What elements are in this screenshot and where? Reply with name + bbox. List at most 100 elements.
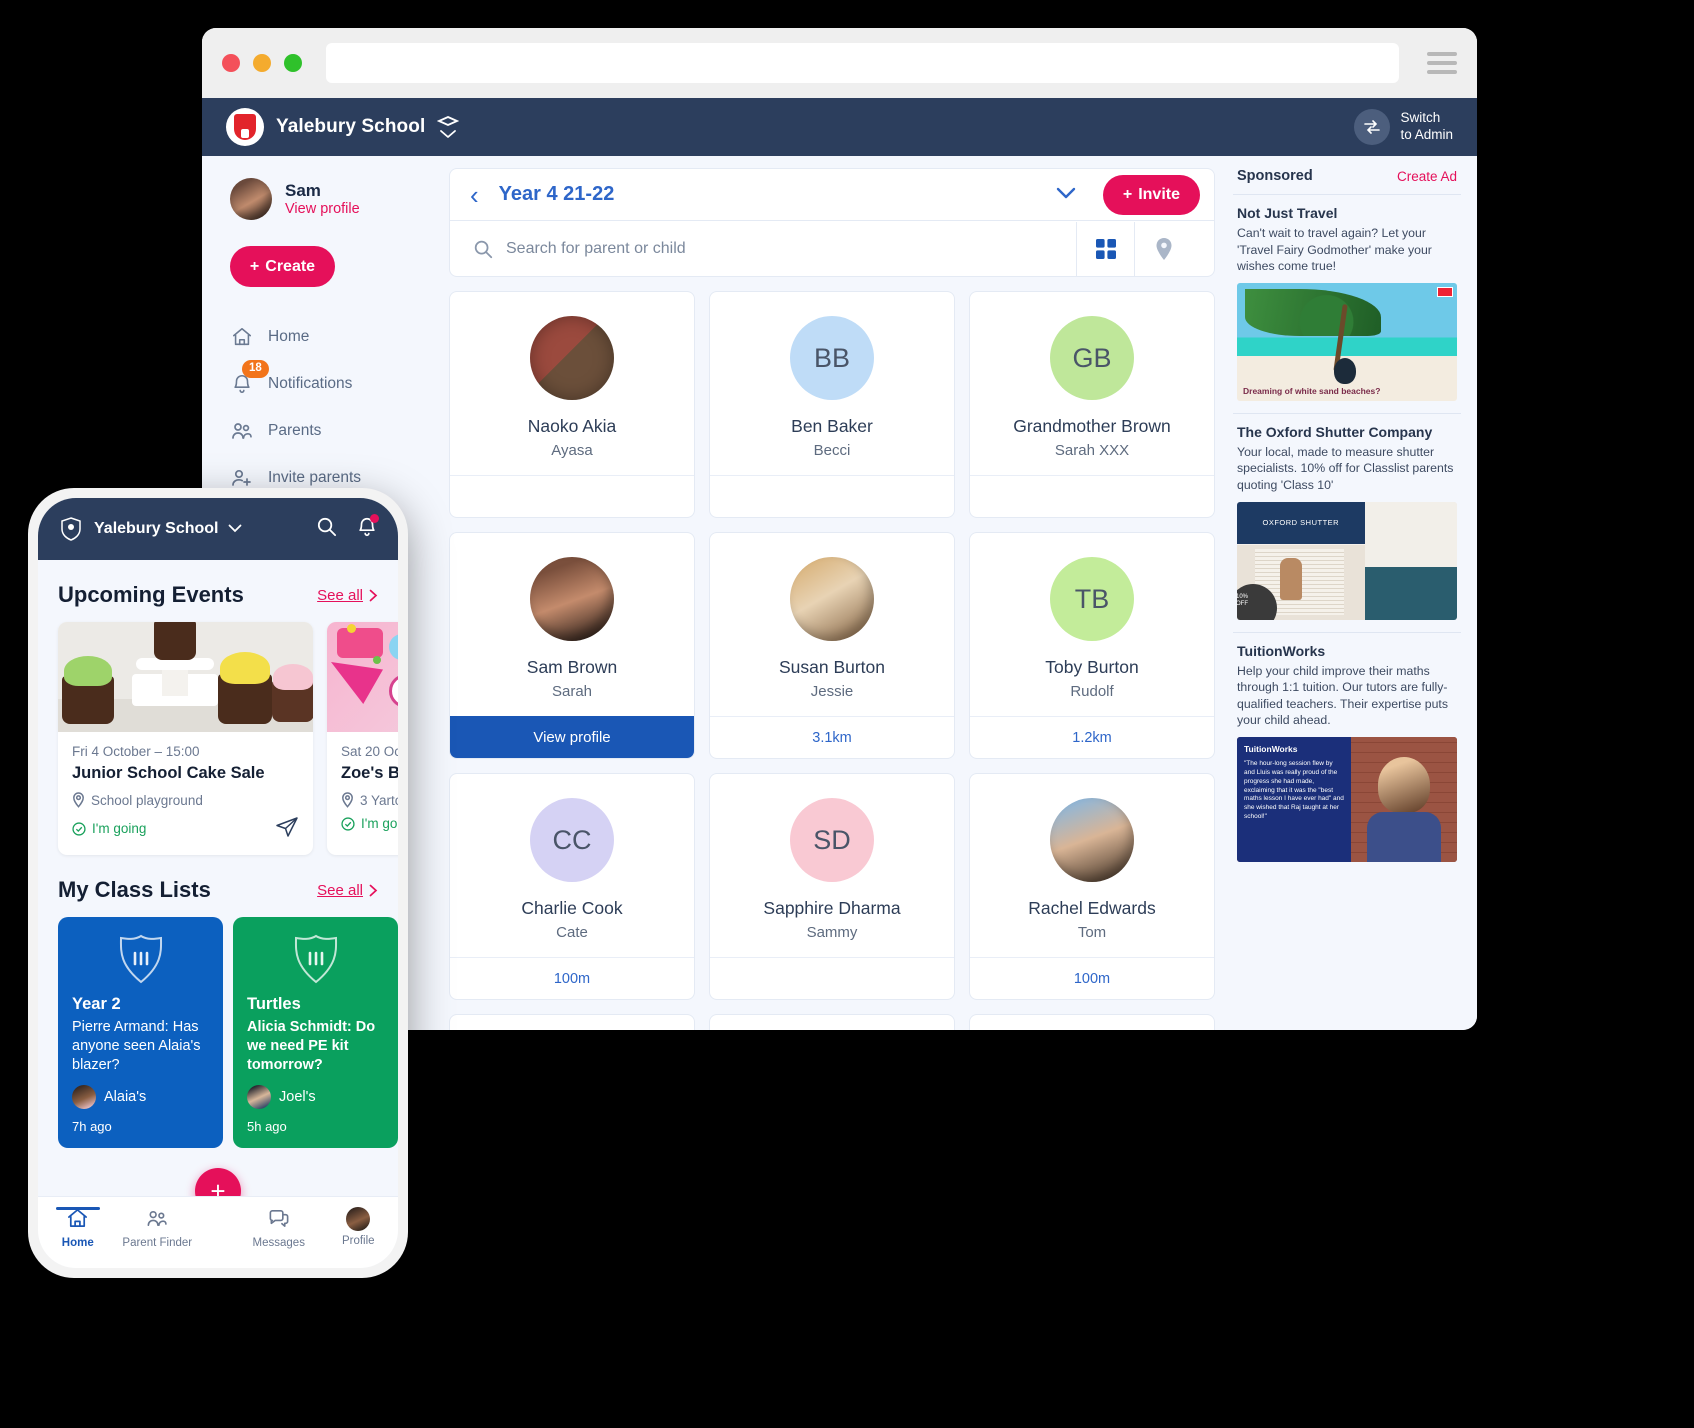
person-card[interactable]: CC Charlie Cook Cate 100m xyxy=(449,773,695,1000)
classlist-name: Year 2 xyxy=(72,995,121,1013)
person-card[interactable]: Rachel Edwards Tom 100m xyxy=(969,773,1215,1000)
avatar xyxy=(247,1084,271,1109)
person-card[interactable]: Georgia Fletcher Lucy, William xyxy=(449,1014,695,1030)
person-card[interactable]: JJ Jay James Jemima xyxy=(969,1014,1215,1030)
person-card[interactable]: Naoko Akia Ayasa xyxy=(449,291,695,518)
classlists-carousel[interactable]: Year 2 Pierre Armand: Has anyone seen Al… xyxy=(38,917,398,1148)
distance-label: 3.1km xyxy=(710,716,954,758)
school-switcher-chevron-icon[interactable] xyxy=(437,114,460,140)
section-title: Upcoming Events xyxy=(58,582,244,607)
classlist-card[interactable]: Turtles Alicia Schmidt: Do we need PE ki… xyxy=(233,917,398,1148)
child-name: Tom xyxy=(1077,924,1107,941)
event-date: Fri 4 October – 15:00 xyxy=(72,744,200,759)
classlist-message: Pierre Armand: Has anyone seen Alaia's b… xyxy=(72,1019,201,1073)
tab-label: Home xyxy=(61,1237,94,1249)
event-card[interactable]: Fri 4 October – 15:00 Junior School Cake… xyxy=(58,622,313,855)
person-card[interactable]: GB Grandmother Brown Sarah XXX xyxy=(969,291,1215,518)
switch-to-admin-button[interactable]: Switch to Admin xyxy=(1354,109,1453,145)
avatar xyxy=(230,178,272,220)
sidebar-item-notifications[interactable]: 18 Notifications xyxy=(230,360,449,407)
person-name: Toby Burton xyxy=(1045,657,1139,677)
avatar-initials: TB xyxy=(1050,557,1134,641)
school-name: Yalebury School xyxy=(276,116,426,137)
people-grid: Naoko Akia Ayasa BB Ben Baker Becci GB G… xyxy=(449,277,1225,1030)
event-rsvp[interactable]: I'm going xyxy=(72,816,299,841)
search-icon[interactable] xyxy=(315,515,338,543)
parent-finder-icon xyxy=(145,1207,169,1233)
event-rsvp[interactable]: I'm going xyxy=(341,816,398,831)
active-tab-indicator xyxy=(55,1207,100,1210)
person-card[interactable]: BB Ben Baker Becci xyxy=(709,291,955,518)
search-input[interactable]: Search for parent or child xyxy=(506,240,1076,258)
distance-label: 100m xyxy=(970,957,1214,999)
tab-profile[interactable]: Profile xyxy=(319,1207,399,1247)
sidebar-item-parents[interactable]: Parents xyxy=(230,407,449,454)
sidebar-item-home[interactable]: Home xyxy=(230,313,449,360)
map-pin-icon[interactable] xyxy=(1134,221,1192,276)
see-all-label: See all xyxy=(317,881,363,899)
child-name: Ayasa xyxy=(551,442,593,459)
see-all-classlists-link[interactable]: See all xyxy=(317,882,378,899)
view-toggle xyxy=(1076,221,1192,276)
ad-item[interactable]: Not Just Travel Can't wait to travel aga… xyxy=(1233,194,1461,413)
event-rsvp-label: I'm going xyxy=(92,821,147,836)
maximize-window-button[interactable] xyxy=(284,54,302,72)
event-card[interactable]: Sat 20 Oct Zoe's Birth 3 Yarton C I'm go… xyxy=(327,622,398,855)
invite-button[interactable]: + Invite xyxy=(1102,174,1200,215)
event-date: Sat 20 Oct xyxy=(341,744,398,759)
phone-tab-bar: Home Parent Finder Messages Profile xyxy=(38,1196,398,1268)
home-icon xyxy=(66,1207,89,1233)
create-button[interactable]: + Create xyxy=(230,246,335,287)
chevron-down-icon[interactable] xyxy=(228,520,242,538)
events-carousel[interactable]: Fri 4 October – 15:00 Junior School Cake… xyxy=(38,622,398,855)
url-bar[interactable] xyxy=(326,43,1399,83)
chevron-down-icon[interactable] xyxy=(1055,184,1077,206)
avatar xyxy=(530,557,614,641)
create-ad-link[interactable]: Create Ad xyxy=(1397,169,1457,184)
event-title: Zoe's Birth xyxy=(341,764,398,782)
hamburger-menu-icon[interactable] xyxy=(1427,52,1457,74)
view-profile-link[interactable]: View profile xyxy=(285,201,360,217)
person-card[interactable]: SD Sapphire Dharma Sammy xyxy=(709,773,955,1000)
phone-school-brand[interactable]: Yalebury School xyxy=(58,516,242,542)
phone-screen: Yalebury School Upcoming Events See all xyxy=(38,498,398,1268)
distance-label: 100m xyxy=(450,957,694,999)
tab-parent-finder[interactable]: Parent Finder xyxy=(118,1207,198,1249)
classlist-card[interactable]: Year 2 Pierre Armand: Has anyone seen Al… xyxy=(58,917,223,1148)
close-window-button[interactable] xyxy=(222,54,240,72)
child-name: Cate xyxy=(556,924,588,941)
grid-view-icon[interactable] xyxy=(1076,221,1134,276)
school-brand[interactable]: Yalebury School xyxy=(226,108,460,146)
avatar xyxy=(1050,798,1134,882)
school-crest-icon xyxy=(226,108,264,146)
person-card[interactable]: Susan Burton Jessie 3.1km xyxy=(709,532,955,759)
tab-messages[interactable]: Messages xyxy=(239,1207,319,1249)
minimize-window-button[interactable] xyxy=(253,54,271,72)
list-header: ‹ Year 4 21-22 + Invite xyxy=(450,169,1214,221)
person-card[interactable]: TB Toby Burton Rudolf 1.2km xyxy=(969,532,1215,759)
person-card[interactable]: Sam Brown Sarah View profile xyxy=(449,532,695,759)
tab-home[interactable]: Home xyxy=(38,1207,118,1249)
switch-line-1: Switch xyxy=(1400,110,1441,126)
bell-icon[interactable] xyxy=(356,513,379,543)
person-name: Susan Burton xyxy=(778,657,886,677)
event-location: School playground xyxy=(72,792,299,808)
sidebar-user[interactable]: Sam View profile xyxy=(230,178,449,220)
ad-image-caption: Dreaming of white sand beaches? xyxy=(1243,386,1381,397)
ad-item[interactable]: TuitionWorks Help your child improve the… xyxy=(1233,631,1461,874)
notification-dot xyxy=(370,513,379,523)
child-name: Sarah XXX xyxy=(1054,442,1130,459)
sponsored-header: Sponsored Create Ad xyxy=(1233,156,1461,194)
sponsored-panel: Sponsored Create Ad Not Just Travel Can'… xyxy=(1225,156,1477,1030)
share-icon[interactable] xyxy=(275,816,299,841)
person-card[interactable]: Meirion Hood Jack xyxy=(709,1014,955,1030)
class-shield-icon xyxy=(72,933,209,985)
event-location-label: 3 Yarton C xyxy=(360,792,398,808)
classlist-timestamp: 5h ago xyxy=(247,1118,287,1134)
sponsored-label: Sponsored xyxy=(1237,168,1313,184)
ad-item[interactable]: The Oxford Shutter Company Your local, m… xyxy=(1233,412,1461,632)
see-all-events-link[interactable]: See all xyxy=(317,587,378,604)
event-title: Junior School Cake Sale xyxy=(72,764,265,782)
view-profile-button[interactable]: View profile xyxy=(450,716,694,758)
avatar-initials: CC xyxy=(530,798,614,882)
